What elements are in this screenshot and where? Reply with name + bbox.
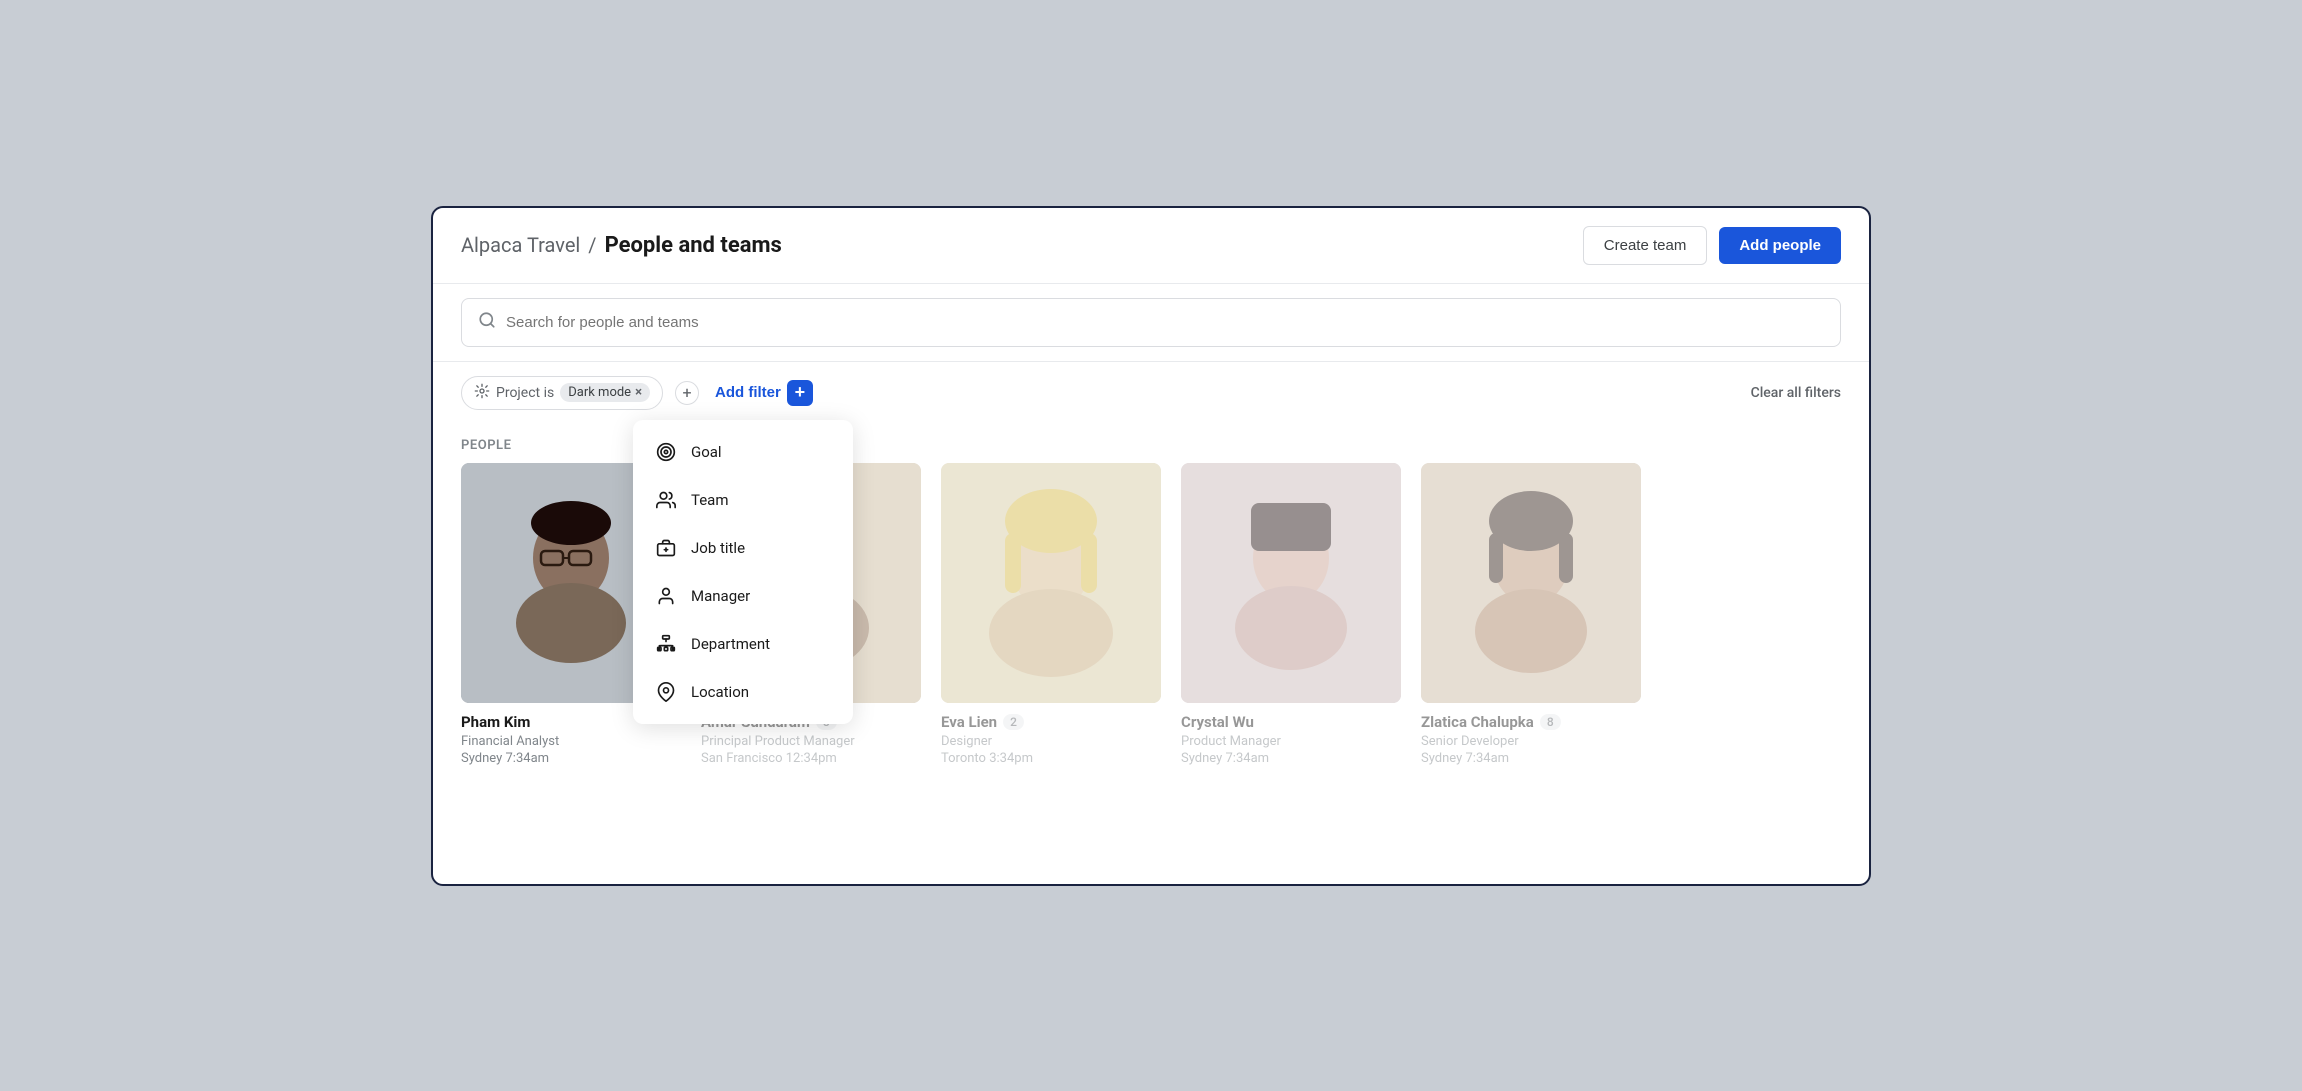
search-container — [433, 284, 1869, 362]
department-icon — [655, 633, 677, 655]
person-badge-eva: 2 — [1003, 714, 1024, 730]
person-meta-eva-lien: Toronto 3:34pm — [941, 751, 1161, 766]
filter-option-job-title-label: Job title — [691, 539, 745, 557]
person-photo-eva-lien — [941, 463, 1161, 703]
project-filter-label: Project is — [496, 385, 554, 401]
add-filter-plus-button[interactable]: + — [675, 381, 699, 405]
add-filter-button[interactable]: Add filter + — [715, 380, 813, 406]
person-photo-crystal-wu — [1181, 463, 1401, 703]
person-meta-pham-kim: Sydney 7:34am — [461, 751, 681, 766]
create-team-button[interactable]: Create team — [1583, 226, 1708, 265]
person-role-crystal-wu: Product Manager — [1181, 734, 1401, 749]
page-title: People and teams — [605, 233, 782, 258]
person-card-zlatica-chalupka[interactable]: Zlatica Chalupka 8 Senior Developer Sydn… — [1421, 463, 1641, 766]
add-filter-icon: + — [787, 380, 813, 406]
app-window: Alpaca Travel / People and teams Create … — [431, 206, 1871, 886]
manager-icon — [655, 585, 677, 607]
filter-option-location-label: Location — [691, 683, 749, 701]
person-card-eva-lien[interactable]: Eva Lien 2 Designer Toronto 3:34pm — [941, 463, 1161, 766]
filter-option-goal-label: Goal — [691, 443, 722, 461]
person-meta-crystal-wu: Sydney 7:34am — [1181, 751, 1401, 766]
person-role-pham-kim: Financial Analyst — [461, 734, 681, 749]
person-meta-zlatica-chalupka: Sydney 7:34am — [1421, 751, 1641, 766]
search-bar[interactable] — [461, 298, 1841, 347]
header-actions: Create team Add people — [1583, 226, 1841, 265]
team-icon — [655, 489, 677, 511]
filter-option-team[interactable]: Team — [633, 476, 853, 524]
filter-option-manager[interactable]: Manager — [633, 572, 853, 620]
project-filter-chip[interactable]: Project is Dark mode × — [461, 376, 663, 410]
filter-option-team-label: Team — [691, 491, 729, 509]
filter-option-goal[interactable]: Goal — [633, 428, 853, 476]
person-name-crystal-wu: Crystal Wu — [1181, 713, 1401, 731]
person-role-amar-sundaram: Principal Product Manager — [701, 734, 921, 749]
filter-dropdown: Goal Team Job title — [633, 420, 853, 724]
clear-all-filters-button[interactable]: Clear all filters — [1751, 385, 1841, 401]
person-photo-zlatica-chalupka — [1421, 463, 1641, 703]
person-role-zlatica-chalupka: Senior Developer — [1421, 734, 1641, 749]
person-badge-zlatica: 8 — [1540, 714, 1561, 730]
person-role-eva-lien: Designer — [941, 734, 1161, 749]
person-name-zlatica-chalupka: Zlatica Chalupka 8 — [1421, 713, 1641, 731]
filter-option-department-label: Department — [691, 635, 770, 653]
location-icon — [655, 681, 677, 703]
filter-option-job-title[interactable]: Job title — [633, 524, 853, 572]
breadcrumb-parent: Alpaca Travel — [461, 233, 580, 257]
filter-option-location[interactable]: Location — [633, 668, 853, 716]
job-title-icon — [655, 537, 677, 559]
breadcrumb: Alpaca Travel / People and teams — [461, 233, 782, 258]
filter-bar: Project is Dark mode × + Add filter + Cl… — [433, 362, 1869, 424]
person-card-crystal-wu[interactable]: Crystal Wu Product Manager Sydney 7:34am — [1181, 463, 1401, 766]
filter-option-manager-label: Manager — [691, 587, 750, 605]
person-name-eva-lien: Eva Lien 2 — [941, 713, 1161, 731]
filter-option-department[interactable]: Department — [633, 620, 853, 668]
breadcrumb-separator: / — [588, 233, 596, 257]
project-filter-icon — [474, 383, 490, 403]
search-input[interactable] — [506, 314, 1824, 331]
add-people-button[interactable]: Add people — [1719, 227, 1841, 264]
goal-icon — [655, 441, 677, 463]
remove-filter-button[interactable]: × — [635, 385, 642, 400]
header: Alpaca Travel / People and teams Create … — [433, 208, 1869, 284]
add-filter-label: Add filter — [715, 384, 781, 401]
search-icon — [478, 311, 496, 334]
project-filter-value: Dark mode × — [560, 383, 650, 402]
person-meta-amar-sundaram: San Francisco 12:34pm — [701, 751, 921, 766]
